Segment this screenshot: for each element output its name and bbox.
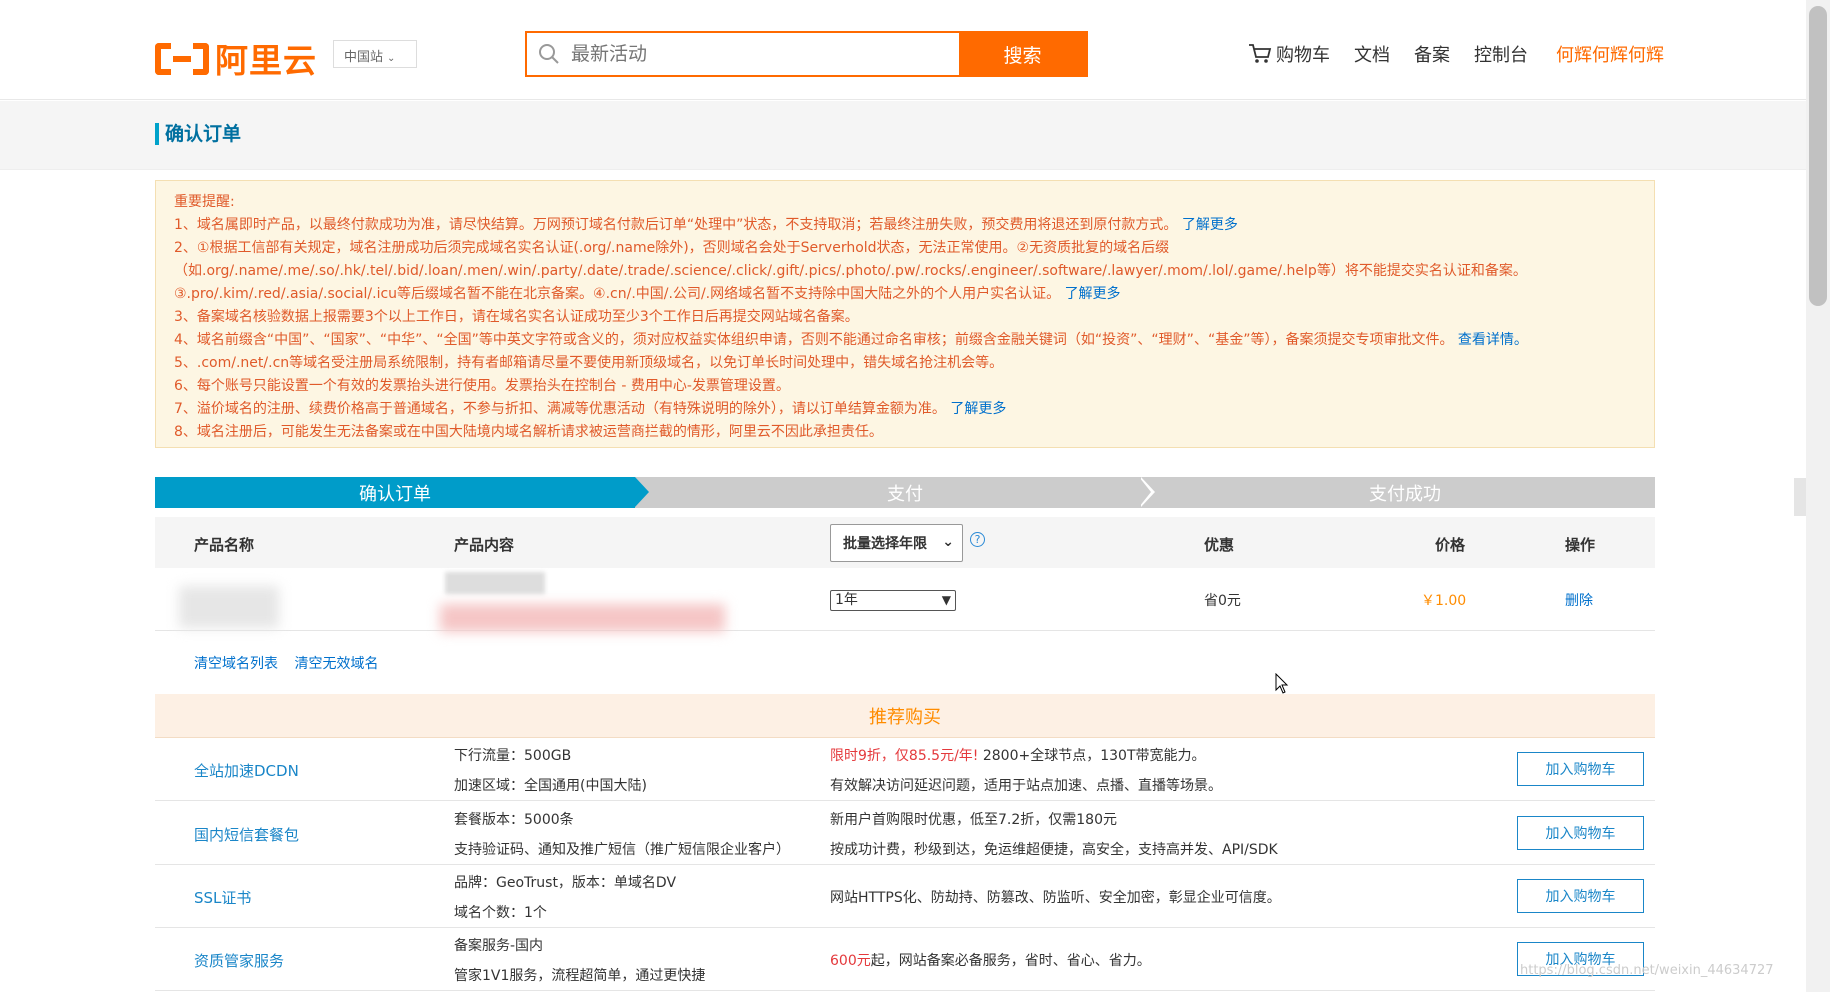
cart-link[interactable]: 购物车 [1248, 41, 1330, 67]
user-name-link[interactable]: 何辉何辉何辉 [1556, 41, 1664, 67]
recommend-info: 按成功计费，秒级到达，免运维超便捷，高安全，支持高并发、API/SDK [830, 842, 1278, 858]
step-confirm-order: 确认订单 [155, 477, 635, 508]
notice-title: 重要提醒: [174, 194, 235, 210]
recommend-product-name[interactable]: 全站加速DCDN [194, 760, 299, 781]
notice-line-1: 1、域名属即时产品，以最终付款成功为准，请尽快结算。万网预订域名付款后订单“处理… [174, 217, 1238, 233]
recommend-header: 推荐购买 [155, 694, 1655, 738]
discount-value: 省0元 [1204, 593, 1241, 609]
notice-line-3: 3、备案域名核验数据上报需要3个以上工作日，请在域名实名认证成功至少3个工作日后… [174, 309, 859, 325]
recommend-detail: 套餐版本：5000条 [454, 812, 574, 828]
search-field [527, 33, 959, 75]
recommend-detail: 管家1V1服务，流程超简单，通过更快捷 [454, 968, 706, 984]
recommend-detail: 品牌：GeoTrust，版本：单域名DV [454, 875, 677, 891]
logo-text: 阿里云 [215, 41, 317, 80]
batch-year-select[interactable]: 批量选择年限 ⌄ [830, 524, 963, 562]
clear-invalid-domains-link[interactable]: 清空无效域名 [294, 656, 378, 672]
recommend-detail: 域名个数：1个 [454, 905, 547, 921]
page-title: 确认订单 [155, 123, 241, 145]
add-to-cart-button[interactable]: 加入购物车 [1517, 816, 1644, 850]
beian-link[interactable]: 备案 [1414, 41, 1450, 67]
col-action: 操作 [1565, 536, 1596, 554]
watermark: https://blog.csdn.net/weixin_44634727 [1520, 963, 1774, 978]
clear-domain-list-link[interactable]: 清空域名列表 [194, 656, 278, 672]
recommend-product-name[interactable]: SSL证书 [194, 887, 251, 908]
recommend-detail: 备案服务-国内 [454, 938, 544, 954]
cart-label: 购物车 [1276, 45, 1330, 66]
col-product-name: 产品名称 [194, 536, 255, 554]
sub-header: 确认订单 [0, 101, 1806, 170]
recommend-row: 资质管家服务 备案服务-国内 管家1V1服务，流程超简单，通过更快捷 600元起… [155, 928, 1655, 991]
redacted-domain [179, 586, 279, 628]
vertical-scrollbar[interactable] [1806, 0, 1830, 992]
site-selector[interactable]: 中国站 ⌄ [333, 40, 417, 68]
step-separator-inner [1139, 477, 1151, 507]
notice-line-5: 5、.com/.net/.cn等域名受注册局系统限制，持有者邮箱请尽量不要使用新… [174, 355, 1004, 371]
recommend-info: 新用户首购限时优惠，低至7.2折，仅需180元 [830, 812, 1117, 828]
batch-year-label: 批量选择年限 [843, 536, 927, 552]
search-bar: 搜索 [525, 31, 1088, 77]
order-steps: 确认订单 支付 支付成功 [155, 477, 1655, 508]
promo-text: 限时9折，仅85.5元/年! [830, 748, 979, 764]
console-link[interactable]: 控制台 [1474, 41, 1528, 67]
side-feedback-tab[interactable] [1794, 478, 1806, 516]
notice-line-7: 7、溢价域名的注册、续费价格高于普通域名，不参与折扣、满减等优惠活动（有特殊说明… [174, 401, 1007, 417]
col-price: 价格 [1435, 536, 1466, 554]
recommend-info: 600元起，网站备案必备服务，省时、省心、省力。 [830, 953, 1151, 969]
aliyun-logo[interactable]: 阿里云 [155, 34, 317, 82]
recommend-detail: 加速区域：全国通用(中国大陆) [454, 778, 647, 794]
chevron-down-icon: ⌄ [942, 534, 954, 550]
search-input[interactable] [571, 43, 931, 65]
learn-more-link[interactable]: 了解更多 [1065, 286, 1121, 302]
price-value: ￥1.00 [1421, 593, 1467, 609]
add-to-cart-button[interactable]: 加入购物车 [1517, 752, 1644, 786]
search-icon [539, 44, 559, 64]
top-nav: 购物车 文档 备案 控制台 何辉何辉何辉 [1248, 41, 1664, 67]
recommend-detail: 下行流量：500GB [454, 748, 572, 764]
step-payment: 支付 [887, 483, 923, 505]
chevron-down-icon: ⌄ [387, 53, 396, 64]
help-icon[interactable]: ? [970, 532, 985, 547]
recommend-row: 国内短信套餐包 套餐版本：5000条 支持验证码、通知及推广短信（推广短信限企业… [155, 802, 1655, 865]
search-button[interactable]: 搜索 [959, 33, 1086, 75]
recommend-row: SSL证书 品牌：GeoTrust，版本：单域名DV 域名个数：1个 网站HTT… [155, 865, 1655, 928]
redacted-content [445, 572, 545, 594]
recommend-product-name[interactable]: 资质管家服务 [194, 950, 284, 971]
order-row: 1年 ▼ 省0元 ￥1.00 删除 [155, 568, 1655, 632]
redacted-content [440, 604, 725, 632]
add-to-cart-button[interactable]: 加入购物车 [1517, 879, 1644, 913]
logo-mark-icon [155, 39, 209, 77]
year-select[interactable]: 1年 ▼ [830, 590, 956, 611]
notice-line-4: 4、域名前缀含“中国”、“国家”、“中华”、“全国”等中英文字符或含义的，须对应… [174, 332, 1528, 348]
notice-line-8: 8、域名注册后，可能发生无法备案或在中国大陆境内域名解析请求被运营商拦截的情形，… [174, 424, 883, 440]
top-header: 阿里云 中国站⌄ 搜索 购物车 文档 备案 控制台 何辉何辉何辉 [0, 0, 1806, 100]
important-notice: 重要提醒: 1、域名属即时产品，以最终付款成功为准，请尽快结算。万网预订域名付款… [155, 180, 1655, 448]
recommend-detail: 支持验证码、通知及推广短信（推广短信限企业客户） [454, 842, 790, 858]
step-payment-success: 支付成功 [1369, 483, 1441, 505]
page: 阿里云 中国站⌄ 搜索 购物车 文档 备案 控制台 何辉何辉何辉 确认订单 [0, 0, 1830, 992]
chevron-down-icon: ▼ [941, 593, 951, 607]
notice-line-6: 6、每个账号只能设置一个有效的发票抬头进行使用。发票抬头在控制台 - 费用中心-… [174, 378, 790, 394]
recommend-product-name[interactable]: 国内短信套餐包 [194, 824, 299, 845]
col-discount: 优惠 [1204, 536, 1235, 554]
step-arrow [635, 477, 649, 507]
view-details-link[interactable]: 查看详情。 [1458, 332, 1528, 348]
learn-more-link[interactable]: 了解更多 [950, 401, 1006, 417]
order-table-header: 产品名称 产品内容 批量选择年限 ⌄ ? 优惠 价格 操作 [155, 517, 1655, 568]
recommend-info: 有效解决访问延迟问题，适用于站点加速、点播、直播等场景。 [830, 778, 1222, 794]
recommend-info: 限时9折，仅85.5元/年! 2800+全球节点，130T带宽能力。 [830, 748, 1206, 764]
mouse-cursor-icon [1275, 673, 1289, 694]
year-value: 1年 [835, 592, 858, 608]
docs-link[interactable]: 文档 [1354, 41, 1390, 67]
notice-line-2: 2、①根据工信部有关规定，域名注册成功后须完成域名实名认证(.org/.name… [174, 240, 1527, 302]
recommend-row: 全站加速DCDN 下行流量：500GB 加速区域：全国通用(中国大陆) 限时9折… [155, 738, 1655, 801]
scrollbar-thumb[interactable] [1809, 6, 1827, 306]
site-selector-label: 中国站 [344, 50, 384, 65]
col-product-content: 产品内容 [454, 536, 515, 554]
promo-text: 600元 [830, 953, 871, 969]
shopping-cart-icon [1249, 44, 1272, 63]
clear-links: 清空域名列表 清空无效域名 [194, 653, 390, 673]
learn-more-link[interactable]: 了解更多 [1182, 217, 1238, 233]
delete-link[interactable]: 删除 [1565, 590, 1593, 610]
recommend-info: 网站HTTPS化、防劫持、防篡改、防监听、安全加密，彰显企业可信度。 [830, 890, 1281, 906]
